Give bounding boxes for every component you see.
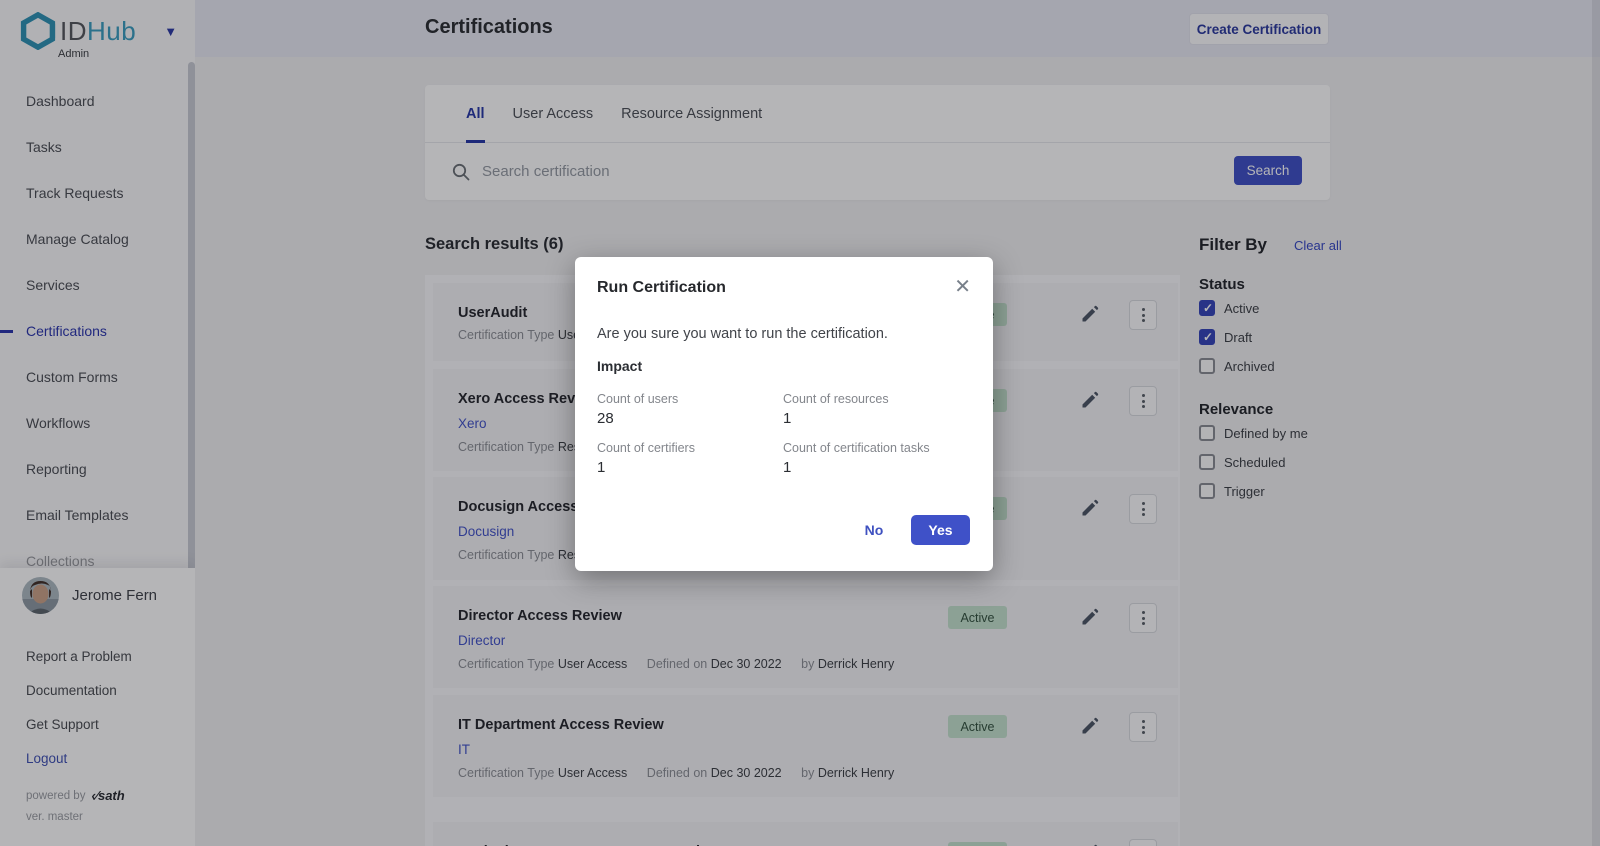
stat-count-of-resources: Count of resources 1 — [783, 392, 973, 427]
stat-count-of-certifiers: Count of certifiers 1 — [597, 441, 787, 476]
app-window: IDHub ▼ Admin Dashboard Tasks Track Requ… — [0, 0, 1600, 846]
run-certification-modal: Run Certification ✕ Are you sure you wan… — [575, 257, 993, 571]
stat-count-of-certification-tasks: Count of certification tasks 1 — [783, 441, 973, 476]
modal-title: Run Certification — [597, 279, 726, 297]
no-button[interactable]: No — [853, 516, 895, 544]
modal-message: Are you sure you want to run the certifi… — [597, 326, 888, 342]
yes-button[interactable]: Yes — [911, 515, 970, 545]
stat-count-of-users: Count of users 28 — [597, 392, 787, 427]
impact-heading: Impact — [597, 358, 642, 374]
close-icon[interactable]: ✕ — [954, 277, 971, 297]
